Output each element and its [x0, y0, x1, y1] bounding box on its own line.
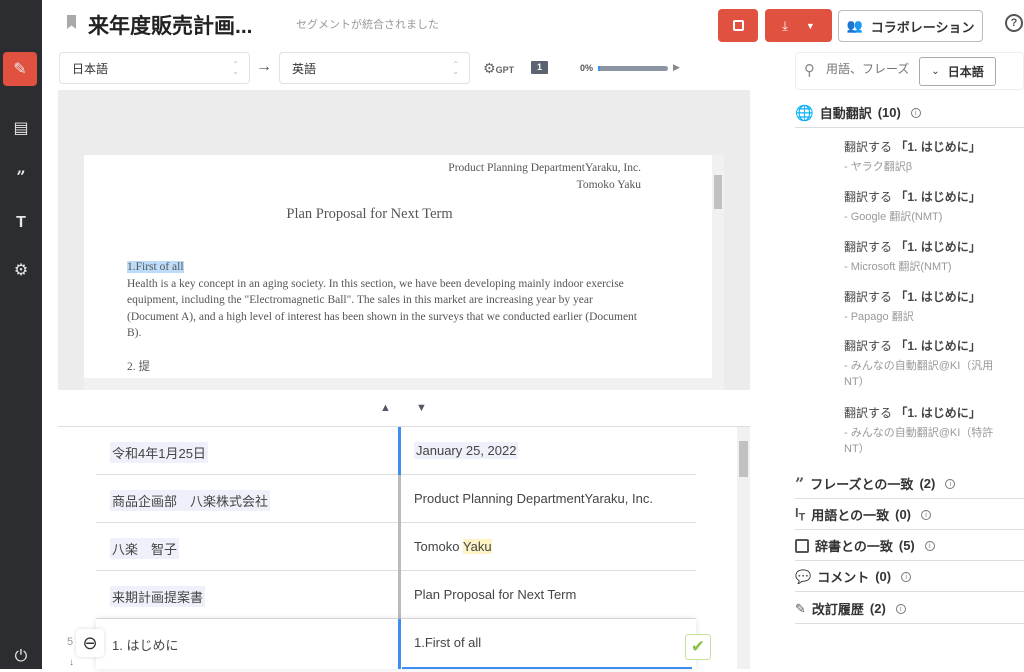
term-icon: IT: [795, 505, 806, 524]
document-page: Product Planning DepartmentYaraku, Inc. …: [84, 155, 712, 378]
segment-row[interactable]: 令和4年1月25日 January 25, 2022: [96, 427, 696, 475]
info-icon[interactable]: i: [895, 603, 906, 614]
mt-suggestion[interactable]: 翻訳する 「1. はじめに」 - みんなの自動翻訳@KI（特許NT）: [844, 404, 1004, 457]
doc-heading: Plan Proposal for Next Term: [286, 206, 453, 222]
info-icon[interactable]: i: [945, 478, 956, 489]
search-input[interactable]: [826, 62, 916, 76]
doc-next: 2. 提: [127, 360, 150, 373]
gpt-button[interactable]: ⚙GPT: [483, 60, 514, 77]
doc-company: Product Planning DepartmentYaraku, Inc.: [448, 162, 641, 174]
search-box: ⚲ ⌄日本語: [795, 52, 1024, 90]
search-language-dropdown[interactable]: ⌄ 日本語: [919, 57, 996, 86]
segment-table: 令和4年1月25日 January 25, 2022 商品企画部 八楽株式会社 Pr…: [58, 427, 750, 669]
dictionary-match-header[interactable]: 辞書との一致 (5) i: [795, 531, 1024, 561]
info-icon[interactable]: i: [910, 107, 921, 118]
bookmark-icon[interactable]: [67, 15, 76, 29]
segment-row[interactable]: 来期計画提案書 Plan Proposal for Next Term: [96, 571, 696, 619]
comment-header[interactable]: 💬 コメント (0) i: [795, 562, 1024, 592]
doc-body: Health is a key concept in an aging soci…: [127, 277, 637, 340]
updown-icon: ⌃ ⌄: [232, 60, 239, 76]
file-count-badge[interactable]: 1: [531, 61, 548, 74]
caret-up-icon[interactable]: ▲: [380, 402, 391, 414]
edit-icon[interactable]: ✎: [3, 52, 37, 86]
status-message: セグメントが統合されました: [296, 19, 439, 31]
gear-icon[interactable]: ⚙: [6, 255, 36, 285]
mt-suggestion[interactable]: 翻訳する 「1. はじめに」 - ヤラク翻訳β: [844, 138, 1019, 175]
mt-suggestion[interactable]: 翻訳する 「1. はじめに」 - Microsoft 翻訳(NMT): [844, 238, 1019, 275]
caret-down-icon[interactable]: ▼: [416, 402, 427, 414]
info-icon[interactable]: i: [921, 509, 932, 520]
book-icon: [795, 538, 809, 553]
revision-history-header[interactable]: ✎ 改訂履歴 (2) i: [795, 594, 1024, 624]
right-panel: ⚲ ⌄日本語 🌐自動翻訳(10)i 翻訳する 「1. はじめに」- ヤラク翻訳β…: [795, 0, 1024, 669]
doc-section-highlight: 1.First of all: [127, 261, 184, 273]
power-icon[interactable]: ⏻: [6, 642, 36, 672]
document-icon[interactable]: ▤: [6, 113, 36, 143]
merge-icon[interactable]: ⊖: [76, 629, 104, 657]
play-icon[interactable]: ▶: [673, 62, 680, 73]
arrow-down-icon[interactable]: ↓: [69, 657, 74, 668]
search-icon: ⚲: [804, 62, 815, 79]
mt-suggestion[interactable]: 翻訳する 「1. はじめに」 - Papago 翻訳: [844, 288, 1019, 325]
preview-vertical-scrollbar[interactable]: [712, 155, 724, 378]
segment-scrollbar[interactable]: [737, 427, 750, 669]
copy-button[interactable]: [718, 9, 758, 42]
confirm-check-icon[interactable]: ✔: [685, 634, 711, 660]
info-icon[interactable]: i: [924, 540, 935, 551]
progress-label: 0%: [580, 63, 594, 73]
progress-fill: [598, 66, 600, 71]
mt-suggestion[interactable]: 翻訳する 「1. はじめに」 - みんなの自動翻訳@KI（汎用NT）: [844, 337, 1004, 390]
chevron-down-icon: ⌄: [931, 66, 940, 77]
segment-row-active[interactable]: 5 ⊖ 1. はじめに 1.First of all ✔: [67, 619, 711, 669]
phrase-match-header[interactable]: ” フレーズとの一致 (2) i: [795, 469, 1024, 499]
gear-icon: ⚙: [483, 60, 496, 76]
auto-translation-header[interactable]: 🌐 自動翻訳 (10) i: [795, 98, 1024, 128]
globe-icon: 🌐: [795, 104, 814, 122]
arrow-right-icon: →: [256, 58, 272, 75]
updown-icon: ⌃ ⌄: [452, 60, 459, 76]
quote-icon[interactable]: ”: [6, 161, 36, 191]
sidebar: ✎ ▤ ” T ⚙ ⏻: [0, 0, 42, 669]
source-language-select[interactable]: 日本語 ⌃ ⌄: [59, 52, 250, 84]
segment-row[interactable]: 商品企画部 八楽株式会社 Product Planning DepartmentY…: [96, 475, 696, 523]
copy-icon: [732, 20, 744, 31]
target-language-select[interactable]: 英語 ⌃ ⌄: [279, 52, 470, 84]
term-match-header[interactable]: IT 用語との一致 (0) i: [795, 500, 1024, 530]
segment-row[interactable]: 八楽 智子 Tomoko Yaku: [96, 523, 696, 571]
term-icon[interactable]: T: [6, 208, 36, 238]
quote-icon: ”: [795, 474, 805, 493]
download-icon: ⤓: [782, 17, 788, 33]
doc-author: Tomoko Yaku: [576, 179, 641, 191]
preview-horizontal-scrollbar[interactable]: [84, 378, 724, 390]
progress-bar: [598, 66, 668, 71]
comment-icon: 💬: [795, 568, 812, 584]
info-icon[interactable]: i: [901, 571, 912, 582]
mt-suggestion[interactable]: 翻訳する 「1. はじめに」 - Google 翻訳(NMT): [844, 188, 1019, 225]
edit-icon: ✎: [795, 600, 806, 616]
page-title: 来年度販売計画...: [88, 15, 253, 38]
